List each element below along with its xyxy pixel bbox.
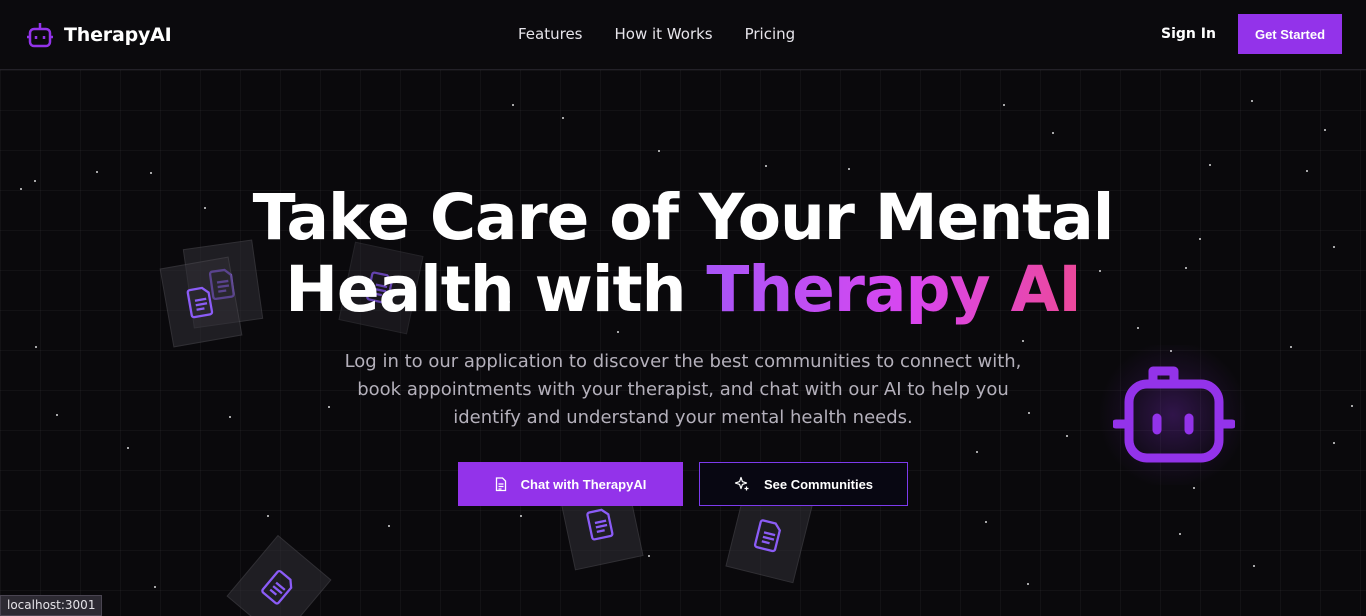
document-icon bbox=[261, 569, 293, 605]
grid-background bbox=[0, 70, 1366, 616]
hero-title: Take Care of Your Mental Health with The… bbox=[0, 182, 1366, 326]
get-started-button[interactable]: Get Started bbox=[1238, 14, 1342, 54]
document-icon bbox=[586, 508, 614, 541]
document-icon bbox=[753, 519, 782, 553]
chat-button-label: Chat with TherapyAI bbox=[520, 476, 647, 492]
hero-title-accent: Therapy AI bbox=[706, 253, 1081, 326]
sign-in-link[interactable]: Sign In bbox=[1161, 26, 1216, 42]
hero-title-line2: Health with bbox=[285, 253, 707, 326]
brand-logo[interactable]: TherapyAI bbox=[26, 22, 172, 48]
brand-name: TherapyAI bbox=[64, 24, 172, 46]
communities-button-label: See Communities bbox=[763, 476, 874, 492]
hero-subtitle: Log in to our application to discover th… bbox=[344, 351, 1022, 428]
nav-link-features[interactable]: Features bbox=[518, 25, 583, 43]
top-navbar: TherapyAI Features How it Works Pricing … bbox=[0, 0, 1366, 70]
document-icon bbox=[495, 476, 506, 491]
robot-icon bbox=[1113, 366, 1235, 463]
nav-links: Features How it Works Pricing bbox=[518, 25, 795, 43]
browser-status-url: localhost:3001 bbox=[0, 595, 103, 616]
chat-with-therapyai-button[interactable]: Chat with TherapyAI bbox=[458, 462, 683, 506]
sparkles-icon bbox=[734, 476, 749, 491]
nav-link-pricing[interactable]: Pricing bbox=[745, 25, 796, 43]
robot-icon bbox=[27, 23, 53, 48]
hero-title-line1: Take Care of Your Mental bbox=[252, 181, 1115, 254]
nav-link-how-it-works[interactable]: How it Works bbox=[615, 25, 713, 43]
see-communities-button[interactable]: See Communities bbox=[699, 462, 908, 506]
